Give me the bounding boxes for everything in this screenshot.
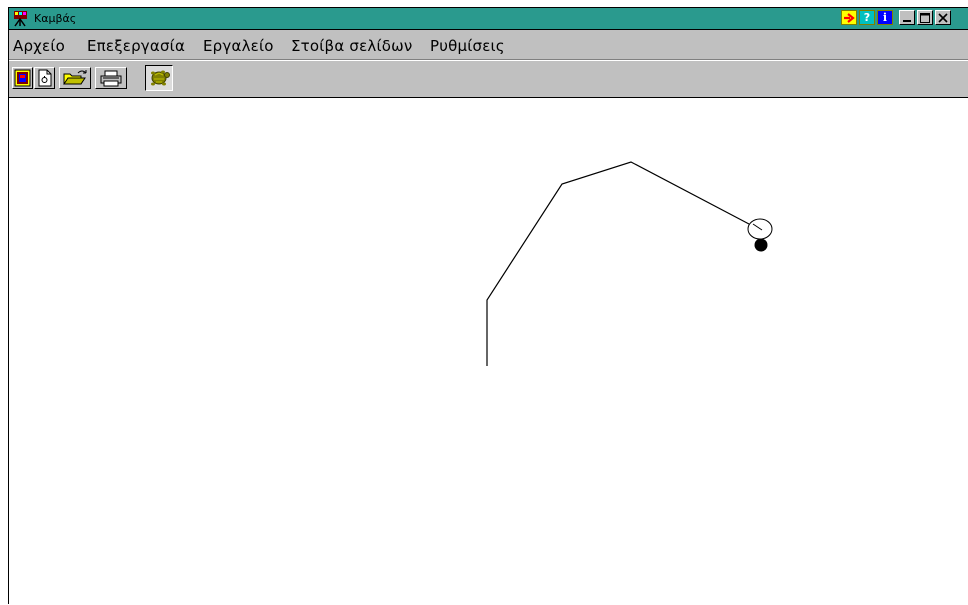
toolbar [9, 60, 968, 98]
new-page-icon [14, 69, 31, 87]
open-folder-button[interactable] [59, 67, 91, 89]
turtle-cursor[interactable] [747, 218, 773, 252]
minimize-button[interactable] [899, 10, 915, 25]
menu-file[interactable]: Αρχείο [13, 37, 65, 55]
menu-page-stack[interactable]: Στοίβα σελίδων [291, 37, 412, 55]
help-button[interactable]: ? [859, 10, 875, 25]
turtle-head-icon [754, 238, 768, 252]
info-button[interactable]: i [877, 10, 893, 25]
open-folder-icon [63, 70, 87, 85]
menu-tool[interactable]: Εργαλείο [203, 37, 274, 55]
turtle-app-icon [14, 11, 27, 27]
turtle-path [486, 161, 750, 366]
title-bar[interactable]: Καμβάς ? i [9, 8, 968, 30]
arrow-icon [844, 12, 855, 23]
menu-edit[interactable]: Επεξεργασία [87, 37, 185, 55]
drawing-canvas[interactable] [9, 98, 968, 605]
minimize-icon [903, 19, 911, 22]
help-icon: ? [863, 11, 871, 24]
window-title: Καμβάς [34, 12, 77, 25]
turtle-icon [151, 70, 170, 86]
print-icon [100, 70, 122, 87]
info-icon: i [882, 11, 888, 24]
menu-bar: Αρχείο Επεξεργασία Εργαλείο Στοίβα σελίδ… [9, 30, 968, 60]
maximize-button[interactable] [917, 10, 933, 25]
close-icon [938, 12, 948, 23]
blank-page-icon [38, 69, 52, 87]
canvas-window: Καμβάς ? i Αρχείο Επεξεργασία Εργαλείο Σ… [8, 7, 968, 605]
blank-page-button[interactable] [34, 67, 55, 89]
menu-settings[interactable]: Ρυθμίσεις [430, 37, 505, 55]
close-button[interactable] [935, 10, 951, 25]
print-button[interactable] [95, 67, 127, 89]
arrow-button[interactable] [841, 10, 857, 25]
new-page-button[interactable] [12, 67, 33, 89]
turtle-button[interactable] [145, 65, 173, 91]
maximize-icon [920, 12, 930, 23]
